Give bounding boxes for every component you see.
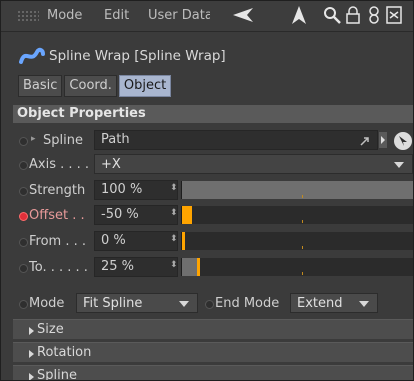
mode-label: Mode [29, 296, 65, 311]
offset-row: Offset . . -50 % ⬍ [1, 203, 413, 229]
group-size[interactable]: Size [13, 319, 413, 339]
to-input[interactable]: 25 % [94, 257, 178, 277]
slider-fill [182, 258, 197, 276]
attribute-manager: Mode Edit User Data Spline Wrap [Spline … [0, 0, 414, 381]
axis-value: +X [101, 157, 121, 172]
slider-tick [302, 246, 303, 249]
expand-arrow-icon[interactable]: ▸ [31, 134, 36, 144]
spline-wrap-icon [19, 46, 45, 70]
slider-handle[interactable] [182, 206, 192, 224]
new-panel-icon[interactable] [386, 6, 406, 28]
object-title-row: Spline Wrap [Spline Wrap] [1, 44, 413, 70]
from-slider[interactable] [181, 232, 413, 250]
keyframe-dot[interactable] [205, 300, 214, 309]
offset-input[interactable]: -50 % [94, 205, 178, 225]
keyframe-dot[interactable] [19, 137, 28, 146]
axis-dropdown[interactable]: +X [94, 154, 413, 174]
keyframe-dot[interactable] [19, 187, 28, 196]
keyframe-dot[interactable] [19, 264, 28, 273]
chevron-down-icon [359, 301, 369, 307]
stepper-icon[interactable]: ⬍ [170, 208, 178, 218]
stepper-icon[interactable]: ⬍ [170, 260, 178, 270]
to-row: To. . . . . . 25 % ⬍ [1, 255, 413, 281]
menu-bar: Mode Edit User Data [1, 1, 413, 32]
stepper-icon[interactable]: ⬍ [170, 234, 178, 244]
mode-value: Fit Spline [83, 296, 143, 311]
link-arrow-icon[interactable] [357, 133, 373, 153]
tab-basic[interactable]: Basic [18, 75, 63, 97]
search-icon[interactable] [323, 6, 341, 28]
menu-mode[interactable]: Mode [47, 8, 82, 23]
slider-tick [302, 220, 303, 223]
chevron-down-icon [394, 162, 404, 168]
group-rotation-label: Rotation [37, 345, 92, 360]
strength-slider[interactable] [181, 181, 413, 199]
from-input[interactable]: 0 % [94, 231, 178, 251]
from-row: From . . . 0 % ⬍ [1, 229, 413, 255]
slider-tick [302, 272, 303, 275]
menu-triangle-icon[interactable] [379, 132, 387, 152]
slider-tick [302, 195, 303, 198]
back-arrow-icon[interactable] [233, 7, 255, 27]
end-mode-label: End Mode [215, 296, 280, 311]
tab-object[interactable]: Object [118, 75, 172, 97]
axis-label: Axis . . . . [29, 157, 90, 172]
to-label: To. . . . . . [29, 260, 88, 275]
spline-row: ▸ Spline Path [1, 128, 413, 154]
offset-slider[interactable] [181, 206, 413, 224]
panel-grip-icon[interactable] [17, 10, 39, 22]
from-label: From . . . [29, 234, 87, 249]
keyframe-dot[interactable] [19, 300, 28, 309]
spline-label: Spline [43, 133, 83, 148]
mode-row: Mode Fit Spline End Mode Extend [1, 291, 413, 317]
keyframe-dot[interactable] [19, 238, 28, 247]
slider-handle[interactable] [182, 232, 185, 250]
end-mode-value: Extend [297, 296, 343, 311]
expand-arrow-icon [29, 373, 34, 380]
strength-input[interactable]: 100 % [94, 180, 178, 200]
to-slider[interactable] [181, 258, 413, 276]
menu-user-data[interactable]: User Data [148, 8, 210, 23]
spline-link-field[interactable]: Path [94, 130, 378, 150]
tab-coord[interactable]: Coord. [64, 75, 117, 97]
mode-dropdown[interactable]: Fit Spline [76, 293, 198, 313]
stepper-icon[interactable]: ⬍ [170, 183, 178, 193]
expand-arrow-icon [29, 350, 34, 358]
axis-row: Axis . . . . +X [1, 152, 413, 178]
keyframe-dot[interactable] [19, 212, 28, 221]
strength-label: Strength [29, 183, 86, 198]
expand-arrow-icon [29, 327, 34, 335]
cursor-icon[interactable] [292, 6, 306, 28]
group-spline-label: Spline [37, 368, 77, 381]
tab-bar: Basic Coord. Object [18, 75, 173, 97]
keyframe-dot[interactable] [19, 161, 28, 170]
end-mode-dropdown[interactable]: Extend [290, 293, 378, 313]
chevron-down-icon [179, 301, 189, 307]
strength-row: Strength 100 % ⬍ [1, 178, 413, 204]
menu-edit[interactable]: Edit [104, 8, 129, 23]
section-header: Object Properties [13, 105, 413, 123]
lock-icon[interactable] [346, 6, 360, 28]
group-spline[interactable]: Spline [13, 365, 413, 381]
offset-label: Offset . . [29, 208, 85, 223]
link-icon[interactable] [368, 6, 380, 28]
slider-handle[interactable] [197, 258, 200, 276]
slider-fill [182, 181, 413, 199]
group-rotation[interactable]: Rotation [13, 342, 413, 362]
group-size-label: Size [37, 322, 64, 337]
object-title: Spline Wrap [Spline Wrap] [49, 48, 226, 64]
